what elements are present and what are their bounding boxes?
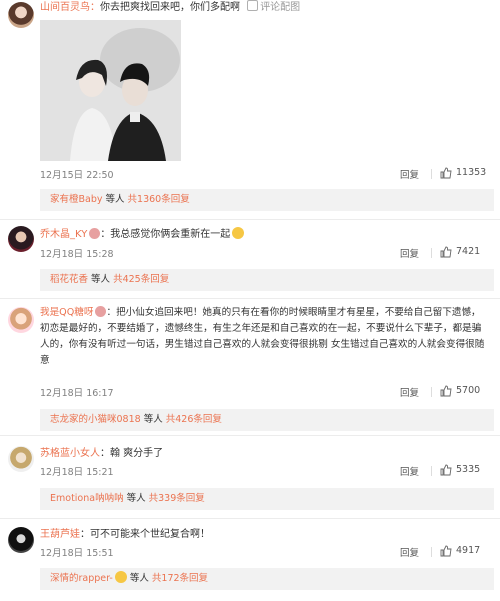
separator: [431, 466, 432, 476]
comment: 山间百灵鸟：你去把爽找回来吧，你们多配啊 评论配图 12月15日 22:50 回…: [0, 0, 500, 218]
thumbs-up-icon[interactable]: [440, 464, 452, 476]
comment-body: 我是QQ糖呀 ：把小仙女追回来吧！她真的只有在看你的时候眼睛里才有星星，不要给自己…: [40, 305, 490, 369]
reply-summary[interactable]: 稻花花香 等人 共425条回复: [40, 269, 494, 291]
separator: [431, 248, 432, 258]
reply-names[interactable]: 家有橙Baby: [50, 194, 103, 205]
badge-icon: [95, 306, 107, 317]
comment: 苏格蓝小女人：翰 爽分手了 12月18日 15:21 回复 5335 Emoti…: [0, 444, 500, 514]
username[interactable]: 王葫芦娃: [40, 529, 80, 540]
reply-names[interactable]: Emotiona呐呐呐: [50, 493, 124, 504]
reply-summary[interactable]: 志龙家的小猫咪0818 等人 共426条回复: [40, 409, 494, 431]
avatar[interactable]: [8, 307, 34, 333]
comment-line: 苏格蓝小女人：翰 爽分手了: [40, 447, 163, 461]
reply-button[interactable]: 回复: [400, 385, 419, 399]
reply-names[interactable]: 志龙家的小猫咪0818: [50, 414, 141, 425]
avatar[interactable]: [8, 2, 34, 28]
reply-count[interactable]: 共339条回复: [149, 493, 205, 504]
reply-mid: 等人: [88, 274, 114, 285]
reply-mid: 等人: [126, 573, 152, 584]
comment: 乔木晶_KY ：我总感觉你俩会重新在一起 12月18日 15:28 回复 7421…: [0, 224, 500, 294]
reply-count[interactable]: 共426条回复: [166, 414, 222, 425]
timestamp: 12月18日 16:17: [40, 388, 114, 399]
thumbs-up-icon[interactable]: [440, 385, 452, 397]
timestamp: 12月18日 15:28: [40, 249, 114, 260]
username[interactable]: 苏格蓝小女人: [40, 448, 100, 459]
divider: [0, 435, 500, 436]
emoji-icon: [114, 571, 127, 583]
photo-illustration: [40, 20, 181, 161]
reply-button[interactable]: 回复: [400, 464, 419, 478]
emoji-icon: [232, 227, 245, 239]
reply-count[interactable]: 共172条回复: [152, 573, 208, 584]
reply-summary[interactable]: 家有橙Baby 等人 共1360条回复: [40, 189, 494, 211]
edit-icon: [247, 0, 259, 11]
avatar[interactable]: [8, 527, 34, 553]
username[interactable]: 山间百灵鸟：: [40, 2, 100, 13]
comment-text: ：把小仙女追回来吧！她真的只有在看你的时候眼睛里才有星星，不要给自己留下遗憾，初…: [40, 307, 485, 366]
thumbs-up-icon[interactable]: [440, 545, 452, 557]
separator: [431, 547, 432, 557]
thumbs-up-icon[interactable]: [440, 167, 452, 179]
like-count: 4917: [456, 545, 481, 556]
comment: 我是QQ糖呀 ：把小仙女追回来吧！她真的只有在看你的时候眼睛里才有星星，不要给自己…: [0, 305, 500, 431]
divider: [0, 298, 500, 299]
reply-summary[interactable]: Emotiona呐呐呐 等人 共339条回复: [40, 488, 494, 510]
reply-names[interactable]: 稻花花香: [50, 274, 88, 285]
divider: [0, 518, 500, 519]
comment-line: 乔木晶_KY ：我总感觉你俩会重新在一起: [40, 227, 245, 242]
avatar[interactable]: [8, 226, 34, 252]
reply-mid: 等人: [102, 194, 128, 205]
thumbs-up-icon[interactable]: [440, 246, 452, 258]
reply-names[interactable]: 深情的rapper-: [50, 573, 113, 584]
reply-count[interactable]: 共1360条回复: [128, 194, 190, 205]
like-count: 7421: [456, 246, 481, 257]
comment: 王葫芦娃：可不可能来个世纪复合啊！ 12月18日 15:51 回复 4917 深…: [0, 525, 500, 597]
username[interactable]: 乔木晶_KY: [40, 229, 87, 240]
comment-text: ：我总感觉你俩会重新在一起: [100, 229, 231, 240]
reply-mid: 等人: [123, 493, 149, 504]
reply-summary[interactable]: 深情的rapper- 等人 共172条回复: [40, 568, 494, 590]
reply-button[interactable]: 回复: [400, 167, 419, 181]
reply-count[interactable]: 共425条回复: [113, 274, 169, 285]
reply-button[interactable]: 回复: [400, 545, 419, 559]
reply-mid: 等人: [140, 414, 166, 425]
username[interactable]: 我是QQ糖呀: [40, 307, 93, 318]
avatar[interactable]: [8, 446, 34, 472]
badge-icon: [89, 228, 101, 239]
like-count: 5700: [456, 385, 481, 396]
comment-image-link[interactable]: 评论配图: [260, 2, 300, 13]
comment-line: 王葫芦娃：可不可能来个世纪复合啊！: [40, 528, 210, 542]
timestamp: 12月15日 22:50: [40, 170, 114, 181]
reply-button[interactable]: 回复: [400, 246, 419, 260]
like-count: 11353: [456, 167, 487, 178]
separator: [431, 169, 432, 179]
divider: [0, 219, 500, 220]
comment-text: ：可不可能来个世纪复合啊！: [80, 529, 210, 540]
timestamp: 12月18日 15:51: [40, 548, 114, 559]
timestamp: 12月18日 15:21: [40, 467, 114, 478]
like-count: 5335: [456, 464, 481, 475]
comment-text: ：翰 爽分手了: [100, 448, 164, 459]
comment-photo[interactable]: [40, 20, 181, 161]
separator: [431, 387, 432, 397]
comment-text: 你去把爽找回来吧，你们多配啊: [100, 2, 240, 13]
comment-line: 山间百灵鸟：你去把爽找回来吧，你们多配啊 评论配图: [40, 0, 300, 15]
